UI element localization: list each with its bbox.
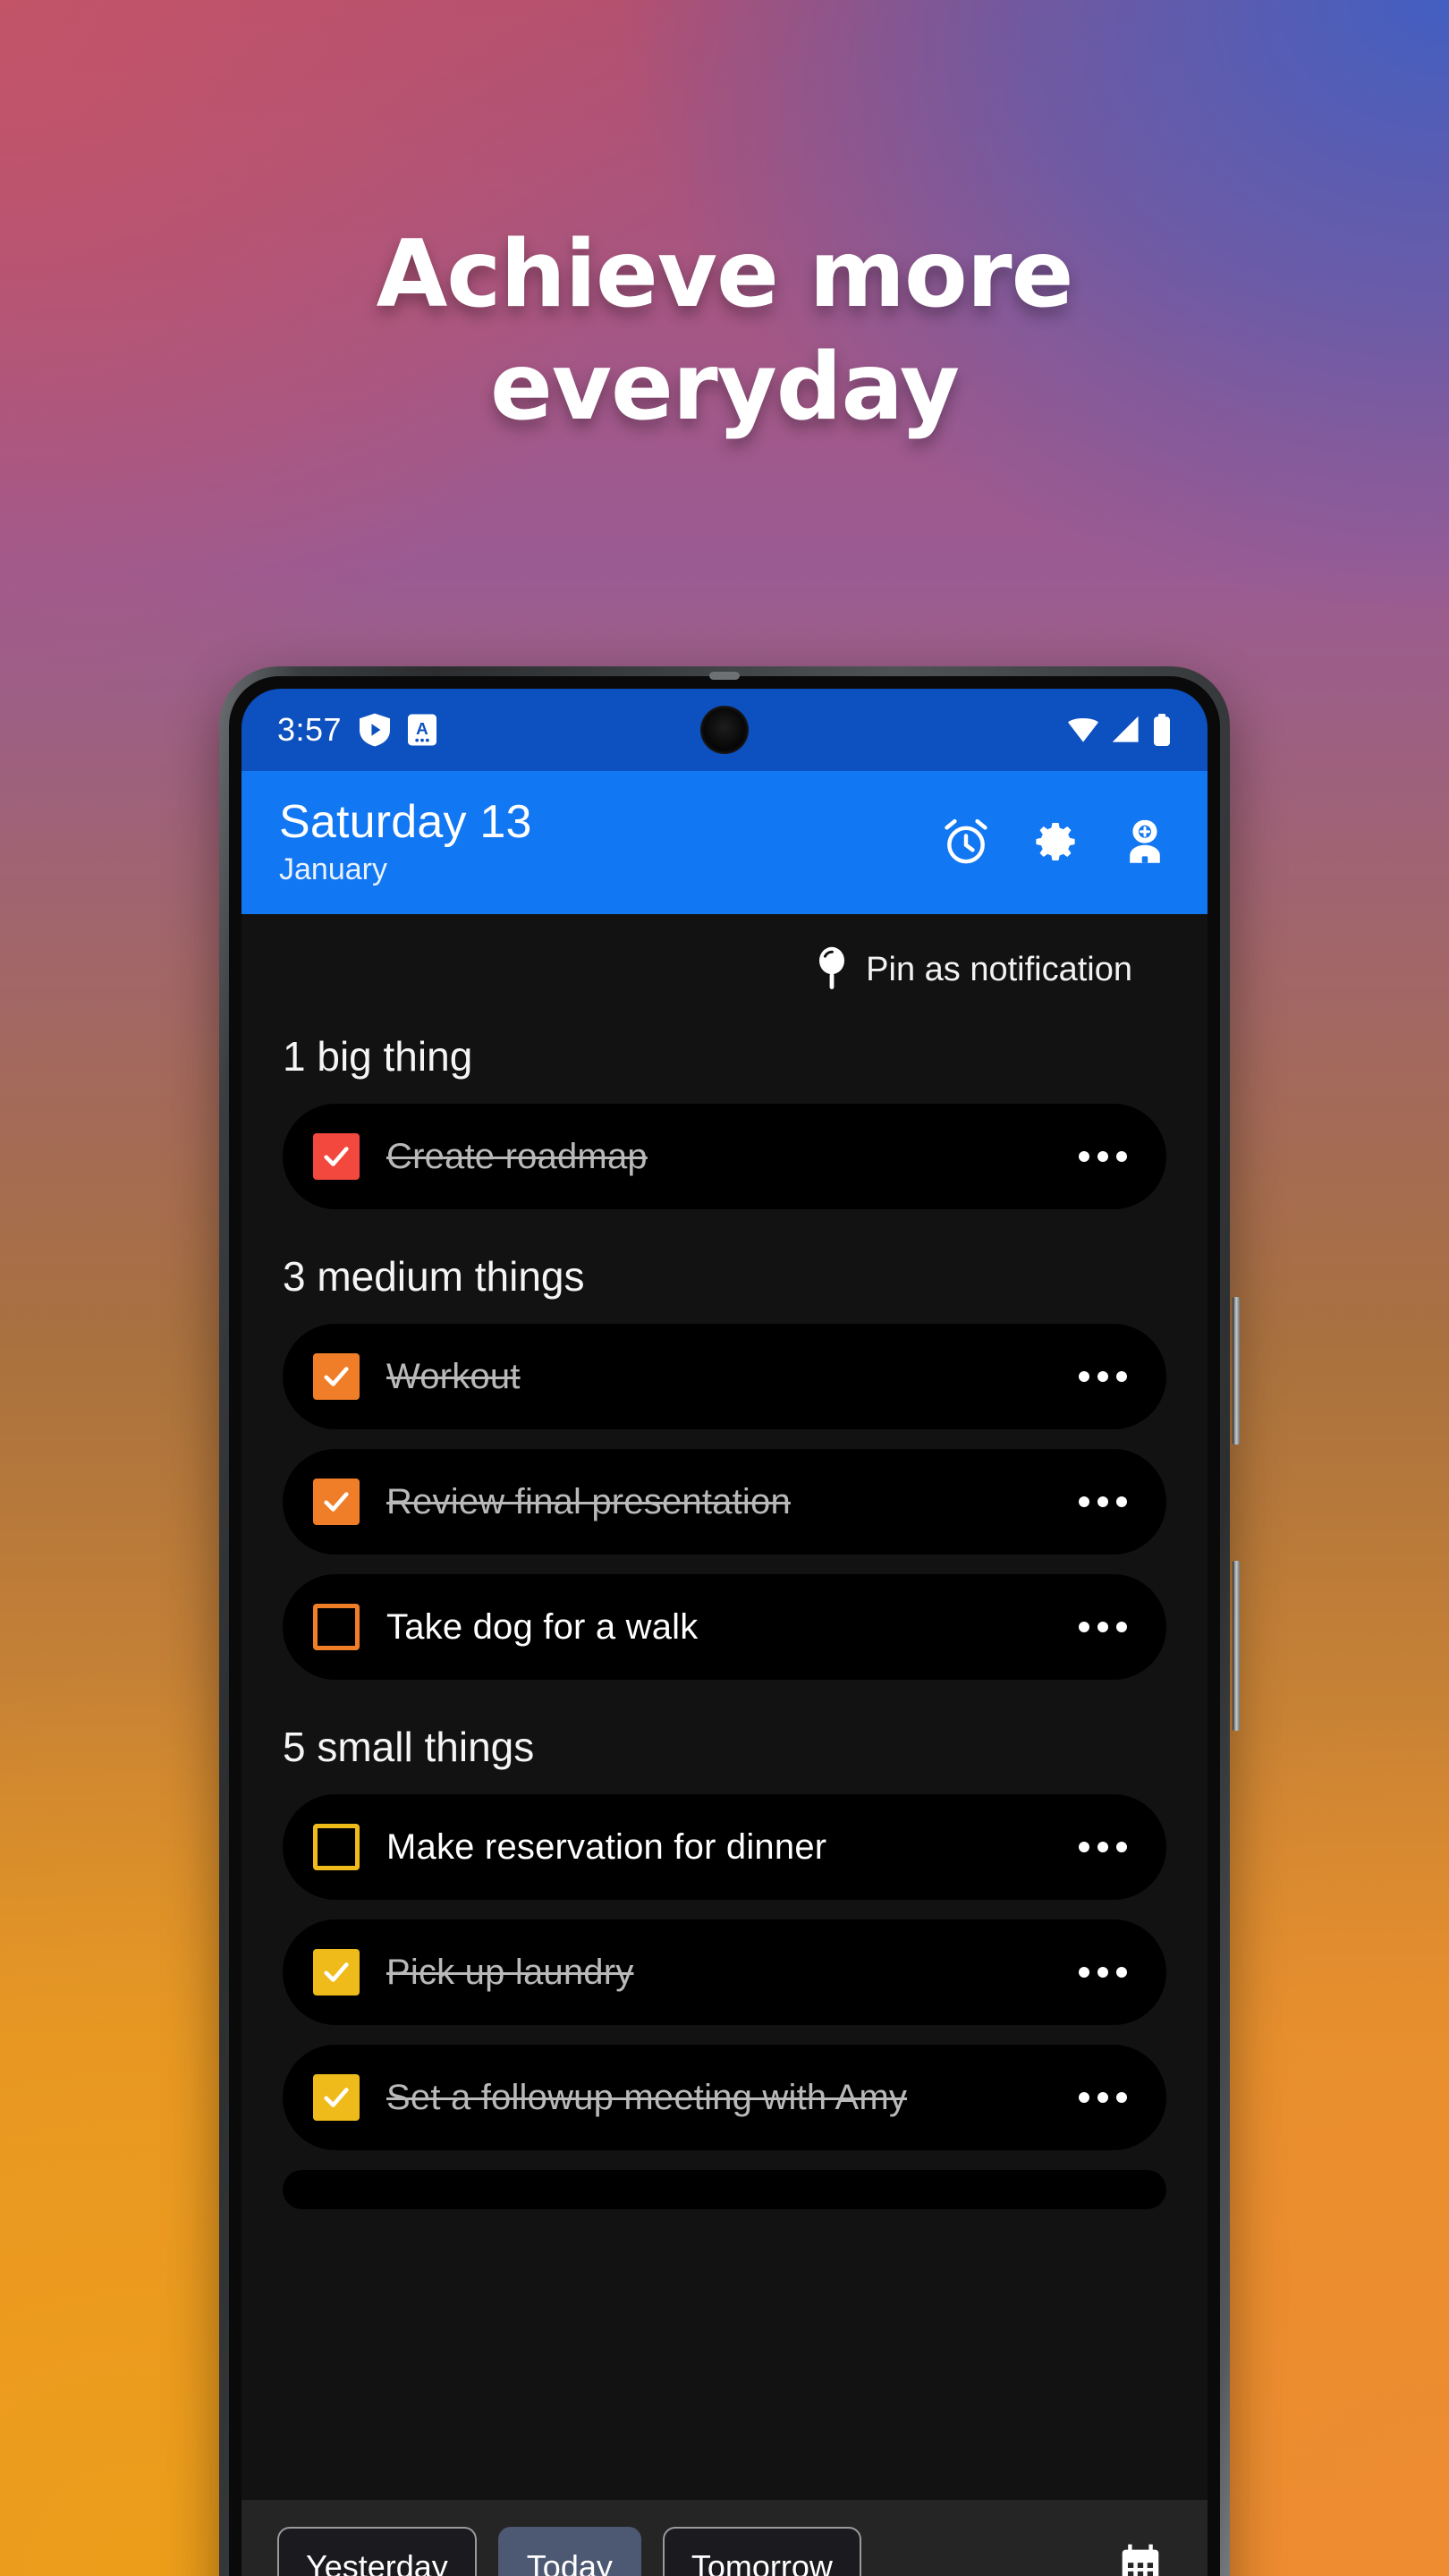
page-title-line-1: Achieve more (376, 221, 1074, 328)
task-label: Review final presentation (386, 1481, 791, 1521)
task-checkbox[interactable] (313, 1824, 360, 1871)
task-label: Workout (386, 1356, 521, 1396)
status-bar: 3:57 A (242, 689, 1208, 771)
task-row[interactable]: Workout (283, 1324, 1166, 1430)
task-label: Create roadmap (386, 1136, 648, 1176)
task-row-partial[interactable] (283, 2170, 1166, 2210)
section-title: 1 big thing (283, 1033, 473, 1080)
phone-screen: 3:57 A Saturday 13 January Pin as notifi… (242, 689, 1208, 2576)
section-small: 5 small things Make reservation for dinn… (242, 1699, 1208, 2210)
section-title: 5 small things (283, 1724, 535, 1771)
section-big: 1 big thing Create roadmap (242, 1009, 1208, 1210)
task-label: Pick up laundry (386, 1952, 634, 1992)
header-actions (941, 817, 1170, 867)
task-checkbox[interactable] (313, 1479, 360, 1526)
task-label: Make reservation for dinner (386, 1826, 827, 1867)
calendar-icon[interactable] (1114, 2541, 1166, 2576)
task-overflow-menu-icon[interactable] (1079, 1842, 1127, 1853)
gear-icon[interactable] (1030, 817, 1080, 867)
today-button[interactable]: Today (497, 2527, 641, 2576)
task-label: Set a followup meeting with Amy (386, 2077, 908, 2117)
bottom-navigation-bar: Yesterday Today Tomorrow (242, 2500, 1208, 2576)
shield-play-icon (360, 713, 391, 747)
page-title: Achieve more everyday (0, 219, 1449, 444)
task-checkbox[interactable] (313, 1133, 360, 1181)
task-checkbox[interactable] (313, 1353, 360, 1401)
task-overflow-menu-icon[interactable] (1079, 1967, 1127, 1979)
header-date-day: Saturday 13 (279, 796, 532, 848)
phone-bezel: 3:57 A Saturday 13 January Pin as notifi… (229, 672, 1220, 2576)
task-row[interactable]: Make reservation for dinner (283, 1794, 1166, 1901)
task-row[interactable]: Take dog for a walk (283, 1574, 1166, 1681)
volume-button[interactable] (1233, 1561, 1240, 1731)
camera-punch-hole (700, 706, 749, 754)
task-checkbox[interactable] (313, 1604, 360, 1651)
power-button[interactable] (1233, 1297, 1240, 1445)
task-row[interactable]: Create roadmap (283, 1104, 1166, 1210)
header-date[interactable]: Saturday 13 January (279, 796, 532, 887)
task-row[interactable]: Pick up laundry (283, 1919, 1166, 2026)
task-overflow-menu-icon[interactable] (1079, 1151, 1127, 1163)
pin-as-notification-button[interactable]: Pin as notification (242, 914, 1175, 1009)
signal-icon (1110, 715, 1142, 745)
task-overflow-menu-icon[interactable] (1079, 1496, 1127, 1508)
wifi-icon (1066, 715, 1100, 745)
page-title-line-2: everyday (490, 333, 960, 441)
earpiece-speaker (709, 672, 740, 680)
task-row[interactable]: Set a followup meeting with Amy (283, 2045, 1166, 2151)
task-overflow-menu-icon[interactable] (1079, 2092, 1127, 2104)
battery-icon (1152, 714, 1172, 746)
tomorrow-button[interactable]: Tomorrow (662, 2527, 861, 2576)
task-overflow-menu-icon[interactable] (1079, 1371, 1127, 1383)
task-overflow-menu-icon[interactable] (1079, 1622, 1127, 1633)
header-date-month: January (279, 852, 387, 887)
yesterday-button[interactable]: Yesterday (277, 2527, 477, 2576)
status-bar-right (1066, 714, 1172, 746)
phone-mockup: 3:57 A Saturday 13 January Pin as notifi… (219, 666, 1240, 2576)
alarm-icon[interactable] (941, 817, 991, 867)
task-list-content: Pin as notification 1 big thing Create r… (242, 914, 1208, 2500)
status-bar-clock: 3:57 (277, 711, 343, 748)
task-checkbox[interactable] (313, 1949, 360, 1996)
pin-as-notification-label: Pin as notification (866, 950, 1132, 988)
pushpin-icon (816, 946, 848, 993)
task-checkbox[interactable] (313, 2074, 360, 2122)
app-header: Saturday 13 January (242, 771, 1208, 915)
status-bar-left: 3:57 A (277, 711, 437, 749)
svg-text:A: A (416, 720, 428, 739)
account-icon[interactable] (1120, 817, 1170, 867)
task-label: Take dog for a walk (386, 1606, 699, 1647)
task-row[interactable]: Review final presentation (283, 1449, 1166, 1555)
a-badge-icon: A (408, 714, 437, 746)
section-medium: 3 medium things Workout Review final pre… (242, 1229, 1208, 1681)
section-title: 3 medium things (283, 1253, 585, 1301)
